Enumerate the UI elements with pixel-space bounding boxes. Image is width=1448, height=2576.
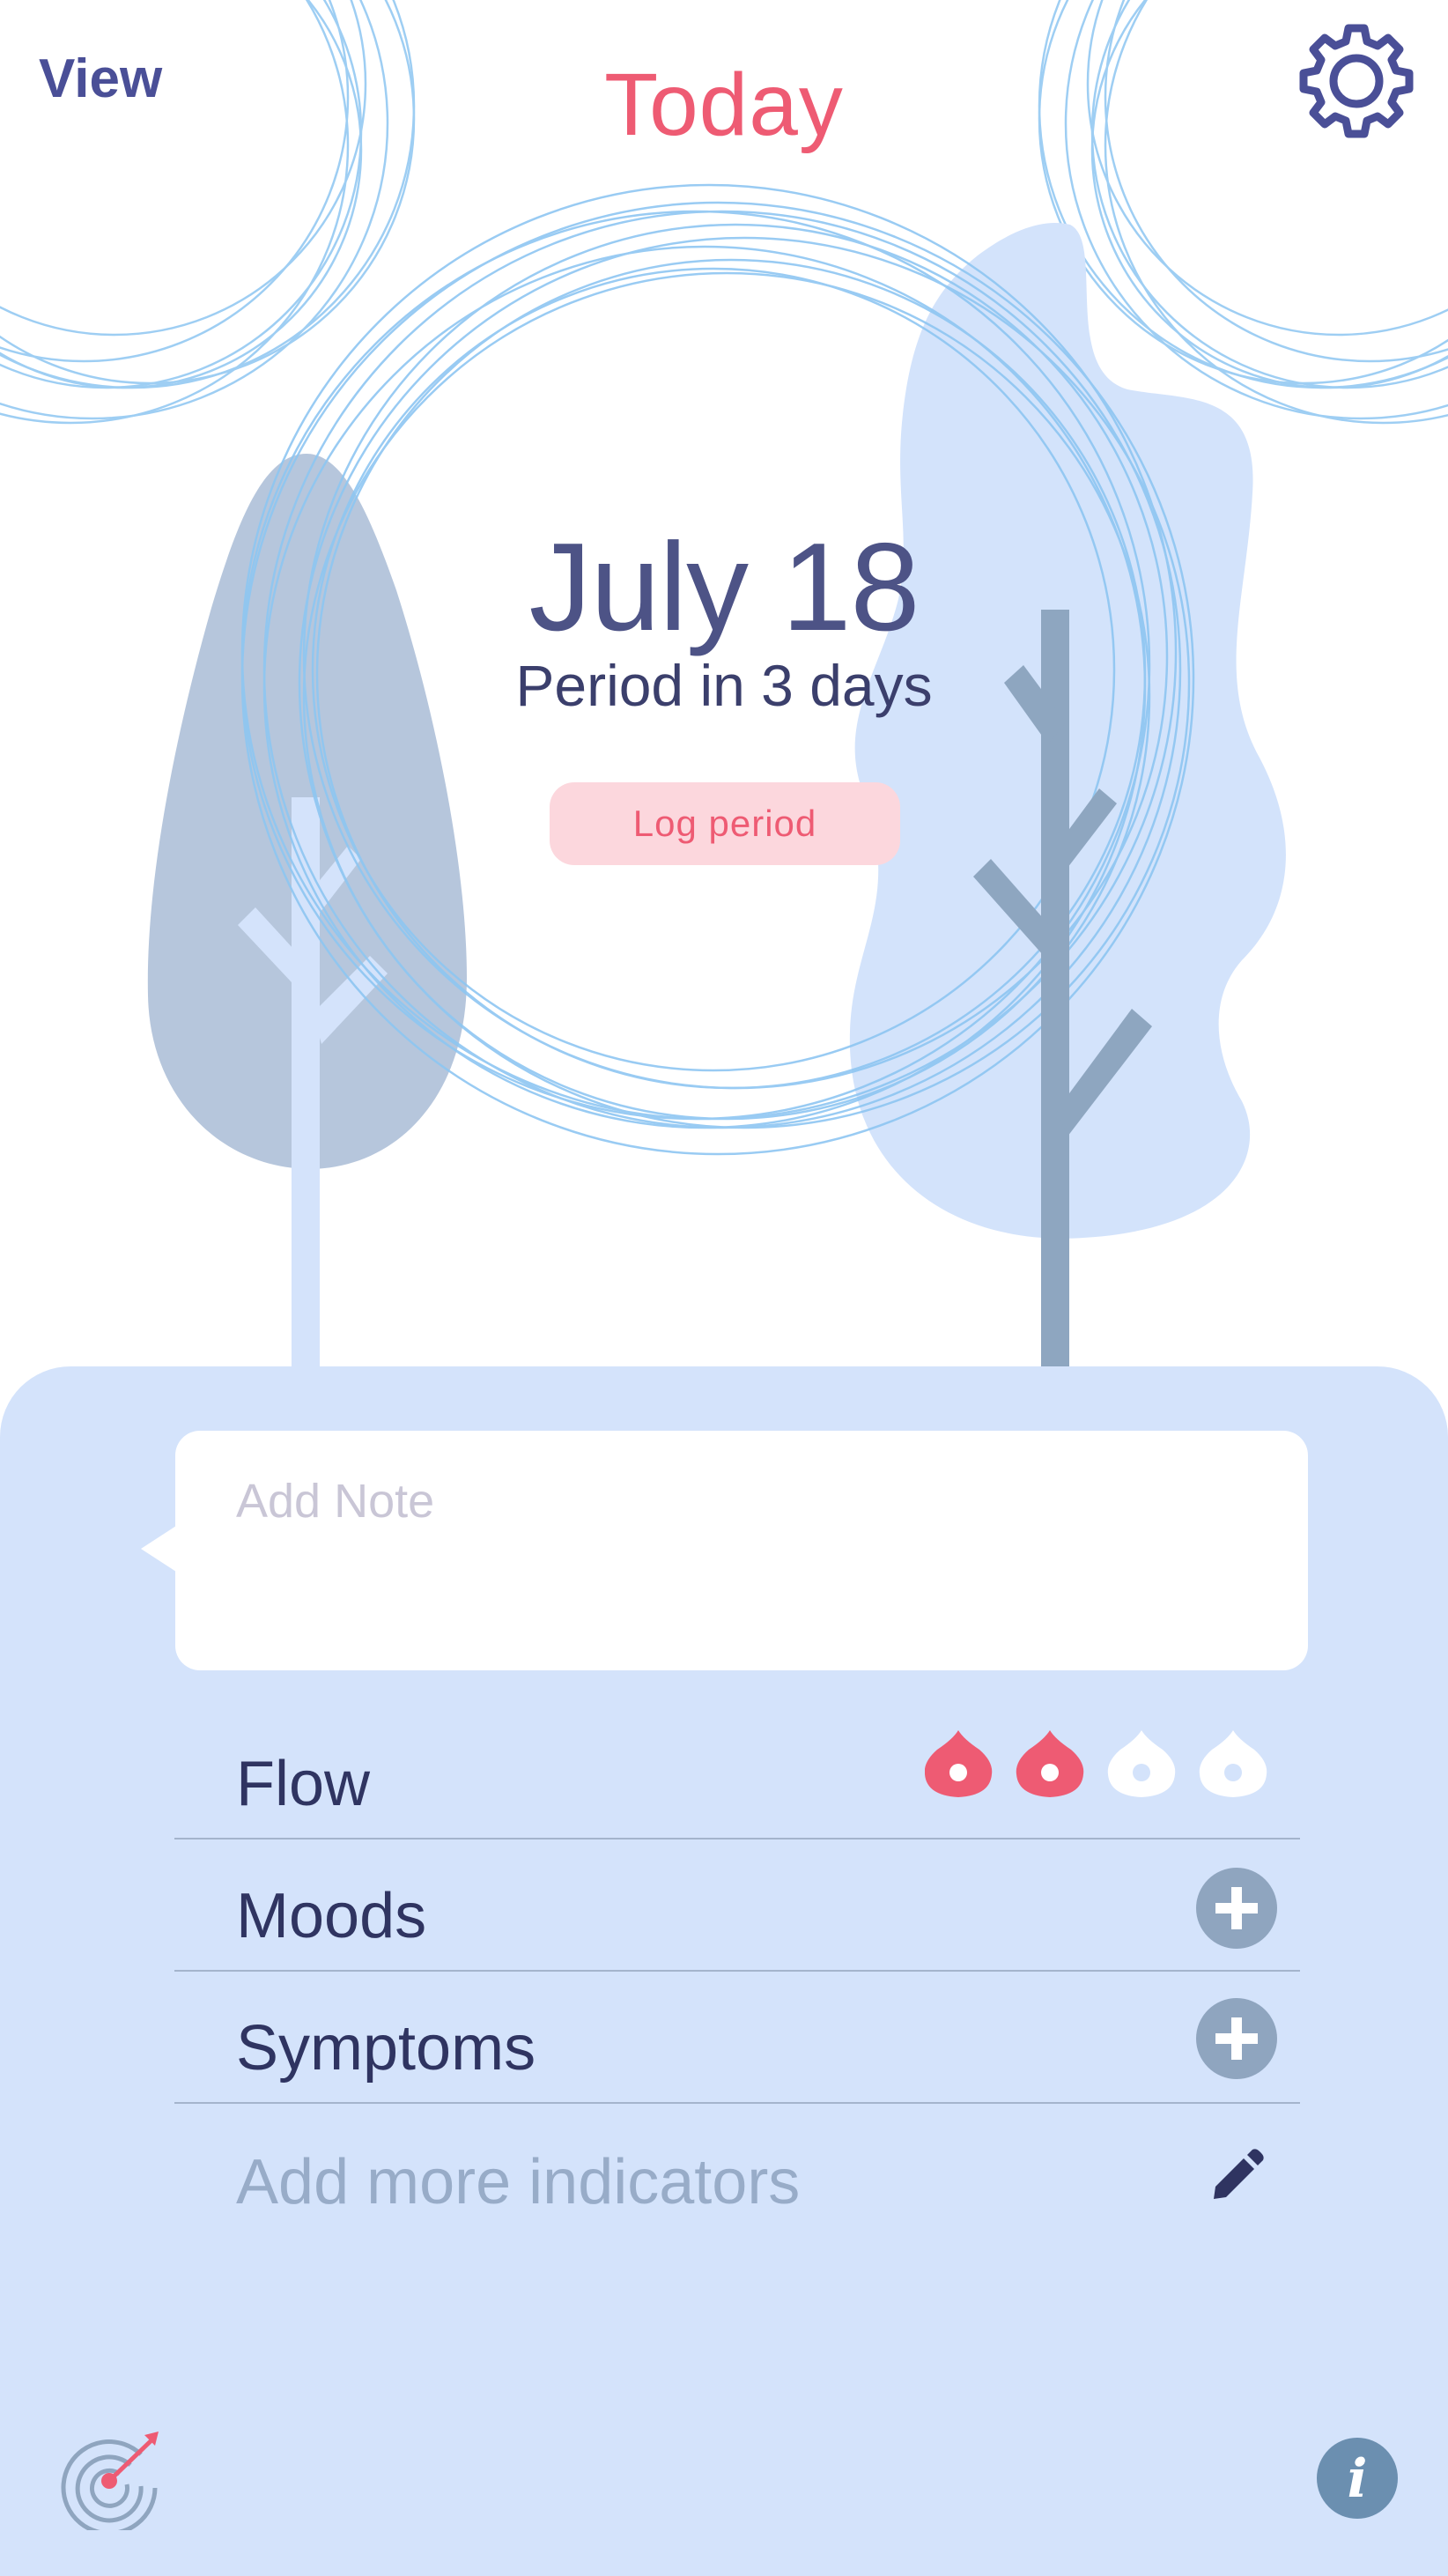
drop-icon[interactable]	[925, 1730, 993, 1797]
symptoms-label: Symptoms	[236, 2013, 536, 2084]
gear-icon	[1299, 24, 1414, 138]
moods-label: Moods	[236, 1881, 427, 1951]
settings-button[interactable]	[1297, 23, 1416, 143]
target-icon[interactable]	[60, 2424, 166, 2530]
svg-text:i: i	[1348, 2448, 1368, 2510]
add-more-indicators-label: Add more indicators	[236, 2147, 801, 2217]
add-more-indicators-row[interactable]: Add more indicators	[174, 2106, 1300, 2236]
drop-icon[interactable]	[1016, 1730, 1084, 1797]
info-icon[interactable]: i	[1316, 2437, 1399, 2520]
drop-icon[interactable]	[1199, 1730, 1267, 1797]
note-pointer	[141, 1526, 176, 1572]
plus-circle-icon[interactable]	[1194, 1996, 1279, 2081]
period-prediction: Period in 3 days	[515, 653, 933, 718]
add-note-input[interactable]	[236, 1466, 1249, 1536]
moods-row[interactable]: Moods	[174, 1839, 1300, 1972]
pencil-icon[interactable]	[1208, 2148, 1265, 2204]
page-title: Today	[604, 56, 844, 154]
plus-circle-icon[interactable]	[1194, 1866, 1279, 1951]
current-date: July 18	[528, 517, 920, 657]
flow-row[interactable]: Flow	[174, 1707, 1300, 1839]
log-period-button[interactable]: Log period	[550, 782, 900, 865]
symptoms-row[interactable]: Symptoms	[174, 1972, 1300, 2104]
flow-label: Flow	[236, 1749, 371, 1819]
drop-icon[interactable]	[1107, 1730, 1176, 1797]
flow-level-selector[interactable]	[925, 1727, 1295, 1799]
